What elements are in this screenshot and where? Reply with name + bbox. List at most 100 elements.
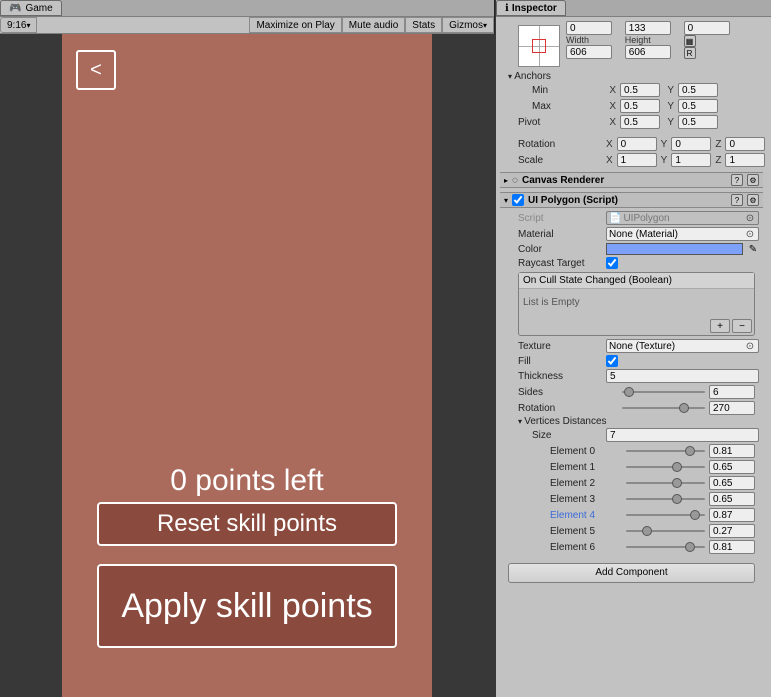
maximize-on-play-toggle[interactable]: Maximize on Play [249, 17, 341, 33]
help-icon[interactable]: ? [731, 194, 743, 206]
vertex-element-slider[interactable] [626, 540, 705, 554]
anchor-min-y[interactable] [678, 83, 718, 97]
vertex-element-label: Element 5 [536, 526, 622, 537]
event-list-empty: List is Empty [519, 289, 754, 317]
vertex-element-field[interactable] [709, 444, 755, 458]
event-header: On Cull State Changed (Boolean) [519, 273, 754, 289]
vertex-element-field[interactable] [709, 460, 755, 474]
mute-audio-toggle[interactable]: Mute audio [342, 17, 405, 33]
sides-row: Sides [518, 384, 759, 400]
canvas-renderer-header[interactable]: ▸ ◌ Canvas Renderer ? ⚙ [500, 172, 763, 188]
poly-rotation-row: Rotation [518, 400, 759, 416]
back-button[interactable]: < [76, 50, 116, 90]
color-field[interactable] [606, 243, 743, 255]
rotation-row: Rotation X Y Z [500, 136, 763, 152]
height-field[interactable] [625, 45, 671, 59]
eyedropper-icon[interactable]: ✎ [747, 244, 759, 255]
rect-transform-block: Width Height ▦ R [500, 21, 763, 71]
anchors-foldout[interactable]: Anchors [500, 71, 763, 82]
radar-chart [112, 134, 382, 404]
rotation-field[interactable] [709, 401, 755, 415]
pivot-row: Pivot X Y [500, 114, 763, 130]
anchor-min-row: Min X Y [500, 82, 763, 98]
ui-polygon-header[interactable]: ▾ UI Polygon (Script) ? ⚙ [500, 192, 763, 208]
ui-polygon-enable-toggle[interactable] [512, 194, 524, 206]
reset-skill-button[interactable]: Reset skill points [97, 502, 397, 546]
object-picker-icon[interactable]: ⊙ [744, 341, 756, 352]
tab-game[interactable]: 🎮 Game [0, 0, 62, 16]
tab-inspector[interactable]: ℹ Inspector [496, 0, 566, 16]
chevron-down-icon: ▾ [504, 196, 508, 205]
vertex-element-field[interactable] [709, 492, 755, 506]
anchor-min-x[interactable] [620, 83, 660, 97]
gear-icon[interactable]: ⚙ [747, 194, 759, 206]
vertex-element-slider[interactable] [626, 492, 705, 506]
gizmos-dropdown[interactable]: Gizmos [442, 17, 494, 33]
game-tab-icon: 🎮 [9, 3, 21, 14]
add-component-button[interactable]: Add Component [508, 563, 755, 583]
rot-z[interactable] [725, 137, 765, 151]
points-left-label: 0 points left [62, 464, 432, 498]
help-icon[interactable]: ? [731, 174, 743, 186]
vertex-element-label: Element 0 [536, 446, 622, 457]
vertex-element-field[interactable] [709, 540, 755, 554]
chevron-left-icon: < [90, 59, 102, 82]
vertex-element-slider[interactable] [626, 524, 705, 538]
vertices-foldout[interactable]: Vertices Distances [518, 416, 759, 427]
on-cull-event-block: On Cull State Changed (Boolean) List is … [518, 272, 755, 336]
vertex-element-field[interactable] [709, 508, 755, 522]
sides-field[interactable] [709, 385, 755, 399]
vertex-element-slider[interactable] [626, 508, 705, 522]
vertex-element-field[interactable] [709, 524, 755, 538]
vertex-element-label: Element 2 [536, 478, 622, 489]
vertex-element-row: Element 5 [518, 523, 759, 539]
vertex-element-label: Element 3 [536, 494, 622, 505]
material-field[interactable]: None (Material)⊙ [606, 227, 759, 241]
vertex-element-row: Element 4 [518, 507, 759, 523]
blueprint-mode-button[interactable]: ▦ [684, 35, 696, 47]
chevron-right-icon: ▸ [504, 176, 508, 185]
rotation-slider[interactable] [622, 401, 705, 415]
sides-slider[interactable] [622, 385, 705, 399]
raw-edit-button[interactable]: R [684, 47, 696, 59]
vertex-element-label: Element 1 [536, 462, 622, 473]
vertices-size-field[interactable] [606, 428, 759, 442]
vertex-element-slider[interactable] [626, 444, 705, 458]
object-picker-icon[interactable]: ⊙ [744, 229, 756, 240]
gear-icon[interactable]: ⚙ [747, 174, 759, 186]
inspector-panel: ℹ Inspector Width Height ▦ [496, 0, 771, 697]
width-field[interactable] [566, 45, 612, 59]
pos-y-field[interactable] [625, 21, 671, 35]
raycast-target-toggle[interactable] [606, 257, 618, 269]
game-toolbar: 9:16 Maximize on Play Mute audio Stats G… [0, 17, 494, 34]
pivot-x[interactable] [620, 115, 660, 129]
object-picker-icon[interactable]: ⊙ [744, 213, 756, 224]
pos-x-field[interactable] [566, 21, 612, 35]
anchor-max-y[interactable] [678, 99, 718, 113]
pos-z-field[interactable] [684, 21, 730, 35]
anchor-max-x[interactable] [620, 99, 660, 113]
game-tabbar: 🎮 Game [0, 0, 494, 17]
anchor-max-row: Max X Y [500, 98, 763, 114]
scale-z[interactable] [725, 153, 765, 167]
vertex-element-row: Element 0 [518, 443, 759, 459]
thickness-field[interactable] [606, 369, 759, 383]
vertex-element-label: Element 4 [536, 510, 622, 521]
vertex-element-slider[interactable] [626, 460, 705, 474]
vertex-element-field[interactable] [709, 476, 755, 490]
fill-toggle[interactable] [606, 355, 618, 367]
rot-y[interactable] [671, 137, 711, 151]
apply-skill-button[interactable]: Apply skill points [97, 564, 397, 648]
rot-x[interactable] [617, 137, 657, 151]
scale-x[interactable] [617, 153, 657, 167]
stats-toggle[interactable]: Stats [405, 17, 442, 33]
scale-y[interactable] [671, 153, 711, 167]
add-event-button[interactable]: + [710, 319, 730, 333]
aspect-dropdown[interactable]: 9:16 [0, 17, 37, 33]
remove-event-button[interactable]: − [732, 319, 752, 333]
pivot-y[interactable] [678, 115, 718, 129]
inspector-icon: ℹ [505, 3, 509, 14]
texture-field[interactable]: None (Texture)⊙ [606, 339, 759, 353]
anchor-preset-button[interactable] [518, 25, 560, 67]
vertex-element-slider[interactable] [626, 476, 705, 490]
